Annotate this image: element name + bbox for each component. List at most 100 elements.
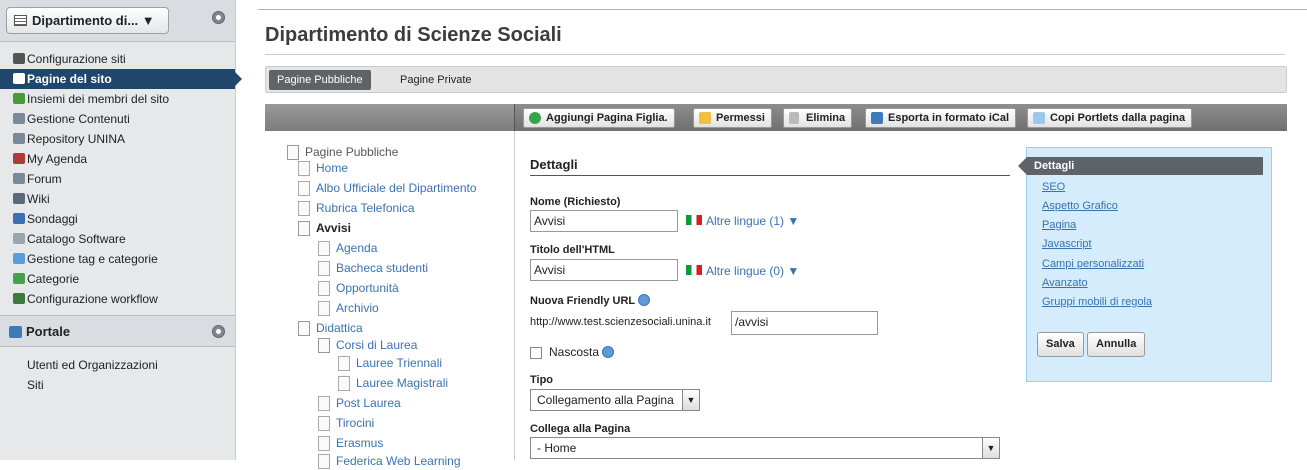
html-title-input[interactable]: Avvisi	[530, 259, 678, 281]
add-icon	[529, 112, 541, 124]
site-selector-label: Dipartimento di... ▼	[32, 13, 155, 28]
sidebar-item[interactable]: Forum	[0, 169, 235, 189]
tree-node[interactable]: Federica Web Learning	[318, 454, 461, 470]
copy-icon	[1033, 112, 1045, 124]
tree-node-label: Lauree Triennali	[356, 356, 443, 370]
button-label: Permessi	[716, 112, 765, 124]
portal-icon	[9, 326, 22, 338]
tree-node[interactable]: Bacheca studenti	[318, 261, 428, 277]
tree-node[interactable]: Didattica	[298, 321, 363, 337]
chevron-down-icon: ▼	[682, 390, 699, 410]
button-label: Elimina	[806, 112, 846, 124]
sidebar-item[interactable]: Siti	[0, 375, 235, 395]
tree-node[interactable]: Lauree Magistrali	[338, 376, 448, 392]
site-selector-dropdown[interactable]: Dipartimento di... ▼	[6, 7, 169, 34]
tree-node[interactable]: Rubrica Telefonica	[298, 201, 415, 217]
sidebar-item-label: Categorie	[27, 272, 80, 286]
sidebar-item-label: Wiki	[27, 192, 50, 206]
tree-node-root[interactable]: Pagine Pubbliche	[287, 145, 398, 161]
section-title: Portale	[26, 324, 71, 339]
calendar-icon	[13, 153, 25, 164]
tree-node-label: Lauree Magistrali	[356, 376, 449, 390]
nav-link-gruppi-mobili[interactable]: Gruppi mobili di regola	[1042, 296, 1152, 308]
sidebar-item[interactable]: Categorie	[0, 269, 235, 289]
html-title-other-languages[interactable]: Altre lingue (0) ▼	[706, 264, 799, 278]
page-icon	[338, 356, 350, 371]
tab-pagine-private[interactable]: Pagine Private	[392, 70, 480, 90]
sidebar-item[interactable]: Sondaggi	[0, 209, 235, 229]
main-content: Dipartimento di Scienze Sociali Pagine P…	[258, 0, 1307, 469]
sidebar-item[interactable]: Gestione tag e categorie	[0, 249, 235, 269]
export-ical-button[interactable]: Esporta in formato iCal	[865, 108, 1017, 128]
tree-node-label: Post Laurea	[336, 396, 401, 410]
italian-flag-icon	[686, 265, 702, 275]
nav-link-pagina[interactable]: Pagina	[1042, 219, 1076, 231]
sidebar-item[interactable]: Repository UNINA	[0, 129, 235, 149]
tree-header	[265, 104, 515, 131]
sidebar-item[interactable]: Utenti ed Organizzazioni	[0, 355, 235, 375]
cancel-button[interactable]: Annulla	[1087, 332, 1146, 357]
help-icon[interactable]	[602, 346, 615, 358]
add-child-page-button[interactable]: Aggiungi Pagina Figlia.	[523, 108, 675, 128]
sidebar-item[interactable]: Wiki	[0, 189, 235, 209]
sidebar-item[interactable]: Insiemi dei membri del sito	[0, 89, 235, 109]
collapse-icon[interactable]	[212, 325, 225, 338]
tree-node[interactable]: Home	[298, 161, 348, 177]
copy-portlets-button[interactable]: Copi Portlets dalla pagina	[1027, 108, 1193, 128]
workflow-icon	[13, 293, 25, 304]
nav-link-avanzato[interactable]: Avanzato	[1042, 277, 1088, 289]
page-icon	[318, 416, 330, 431]
site-icon	[14, 15, 27, 26]
nav-current-section[interactable]: Dettagli	[1018, 157, 1263, 175]
sidebar-item[interactable]: Configurazione siti	[0, 49, 235, 69]
sidebar-item[interactable]: Gestione Contenuti	[0, 109, 235, 129]
divider	[530, 175, 1010, 176]
save-icon	[871, 112, 883, 124]
sidebar-menu: Configurazione siti Pagine del sito Insi…	[0, 42, 242, 309]
help-icon[interactable]	[638, 294, 651, 306]
url-prefix: http://www.test.scienzesociali.unina.it	[530, 316, 711, 328]
name-other-languages[interactable]: Altre lingue (1) ▼	[706, 214, 799, 228]
nav-link-aspetto-grafico[interactable]: Aspetto Grafico	[1042, 200, 1118, 212]
nav-link-javascript[interactable]: Javascript	[1042, 238, 1092, 250]
folder-icon	[298, 321, 310, 336]
page-icon	[298, 201, 310, 216]
friendly-url-input[interactable]: /avvisi	[731, 311, 878, 335]
link-page-select[interactable]: - Home ▼	[530, 437, 1000, 459]
tree-node[interactable]: Tirocini	[318, 416, 374, 432]
tree-node[interactable]: Corsi di Laurea	[318, 338, 417, 354]
sidebar-item-label: Gestione tag e categorie	[27, 252, 158, 266]
tree-node[interactable]: Post Laurea	[318, 396, 401, 412]
tree-node[interactable]: Opportunità	[318, 281, 399, 297]
permissions-button[interactable]: Permessi	[693, 108, 772, 128]
sidebar-item[interactable]: Configurazione workflow	[0, 289, 235, 309]
sidebar-item-pagine-del-sito[interactable]: Pagine del sito	[0, 69, 242, 89]
name-input[interactable]: Avvisi	[530, 210, 678, 232]
tree-node-label: Avvisi	[316, 221, 351, 235]
tree-node[interactable]: Albo Ufficiale del Dipartimento	[298, 181, 477, 197]
hidden-checkbox[interactable]	[530, 347, 542, 359]
sidebar-item-label: Configurazione workflow	[27, 292, 158, 306]
button-label: Copi Portlets dalla pagina	[1050, 112, 1186, 124]
nav-link-seo[interactable]: SEO	[1042, 181, 1065, 193]
button-label: Aggiungi Pagina Figlia.	[546, 112, 668, 124]
tree-node-selected[interactable]: Avvisi	[298, 221, 351, 237]
delete-button[interactable]: Elimina	[783, 108, 853, 128]
sidebar-item-label: My Agenda	[27, 152, 88, 166]
type-select[interactable]: Collegamento alla Pagina ▼	[530, 389, 700, 411]
tree-node[interactable]: Agenda	[318, 241, 377, 257]
nav-link-campi-personalizzati[interactable]: Campi personalizzati	[1042, 258, 1144, 270]
sidebar-item-label: Sondaggi	[27, 212, 78, 226]
sidebar-item[interactable]: Catalogo Software	[0, 229, 235, 249]
tree-node-label: Albo Ufficiale del Dipartimento	[316, 181, 477, 195]
tree-node-label: Archivio	[336, 301, 379, 315]
save-button[interactable]: Salva	[1037, 332, 1084, 357]
toolbar: Aggiungi Pagina Figlia. Permessi Elimina…	[265, 104, 1287, 131]
sidebar-item[interactable]: My Agenda	[0, 149, 235, 169]
collapse-icon[interactable]	[212, 11, 225, 24]
tree-node[interactable]: Archivio	[318, 301, 379, 317]
tab-pagine-pubbliche[interactable]: Pagine Pubbliche	[269, 70, 371, 90]
tree-node[interactable]: Lauree Triennali	[338, 356, 442, 372]
tree-node[interactable]: Erasmus	[318, 436, 383, 452]
sidebar-section-portale[interactable]: Portale	[0, 315, 235, 347]
